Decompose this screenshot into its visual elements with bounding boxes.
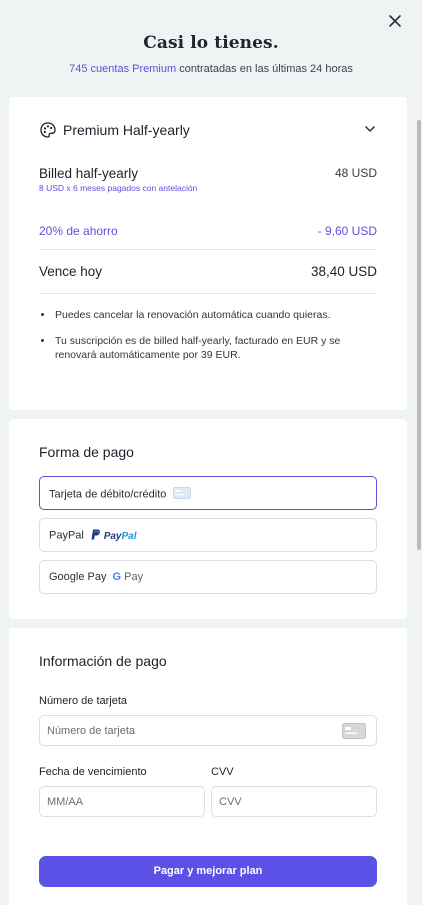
scrollbar-thumb[interactable]	[417, 120, 421, 550]
billed-label: Billed half-yearly	[39, 166, 139, 181]
savings-label: 20% de ahorro	[39, 224, 118, 238]
list-item: Puedes cancelar la renovación automática…	[41, 308, 379, 322]
expiry-input[interactable]	[47, 796, 181, 808]
credit-card-icon	[342, 723, 366, 742]
payment-method-title: Forma de pago	[39, 444, 134, 460]
billed-amount: 48 USD	[334, 166, 377, 180]
plan-summary-card: Premium Half-yearly Billed half-yearly 4…	[9, 97, 407, 410]
divider	[39, 293, 377, 294]
cvv-input[interactable]	[219, 796, 353, 808]
cvv-label: CVV	[211, 766, 234, 778]
due-label: Vence hoy	[39, 264, 103, 279]
savings-amount: - 9,60 USD	[317, 224, 377, 238]
header: Casi lo tienes. 745 cuentas Premium cont…	[0, 0, 422, 75]
divider	[39, 249, 377, 250]
scrollbar[interactable]	[416, 0, 422, 905]
due-amount: 38,40 USD	[310, 264, 377, 279]
due-today-row: Vence hoy 38,40 USD	[39, 264, 377, 279]
plan-notes: Puedes cancelar la renovación automática…	[41, 308, 379, 374]
payment-option-label: Google Pay	[49, 571, 107, 583]
payment-info-card: Información de pago Número de tarjeta Fe…	[9, 628, 407, 905]
payment-option-card[interactable]: Tarjeta de débito/crédito	[39, 476, 377, 510]
palette-icon	[39, 121, 57, 139]
google-pay-logo: G Pay	[112, 571, 144, 584]
card-number-label: Número de tarjeta	[39, 695, 128, 707]
plan-name: Premium Half-yearly	[63, 122, 190, 138]
subtitle-rest: contratadas en las últimas 24 horas	[176, 63, 353, 75]
plan-header[interactable]: Premium Half-yearly	[39, 122, 377, 138]
expiry-field[interactable]	[39, 786, 205, 817]
payment-method-card: Forma de pago Tarjeta de débito/crédito …	[9, 419, 407, 619]
payment-option-paypal[interactable]: PayPal PayPal	[39, 518, 377, 552]
paypal-logo: PayPal	[91, 529, 137, 542]
chevron-down-icon[interactable]	[363, 122, 377, 136]
page-title: Casi lo tienes.	[143, 33, 279, 53]
payment-option-label: PayPal	[49, 529, 84, 542]
billed-row: Billed half-yearly 48 USD	[39, 166, 377, 181]
savings-row: 20% de ahorro - 9,60 USD	[39, 224, 377, 238]
premium-accounts-count: 745 cuentas Premium	[69, 63, 177, 75]
payment-info-title: Información de pago	[39, 653, 167, 669]
card-number-field[interactable]	[39, 715, 377, 746]
billed-detail: 8 USD x 6 meses pagados con antelación	[39, 183, 198, 193]
payment-option-google-pay[interactable]: Google Pay G Pay	[39, 560, 377, 594]
expiry-label: Fecha de vencimiento	[39, 766, 147, 778]
credit-card-icon	[173, 487, 192, 502]
close-icon[interactable]	[386, 12, 404, 30]
list-item: Tu suscripción es de billed half-yearly,…	[41, 334, 379, 362]
cvv-field[interactable]	[211, 786, 377, 817]
pay-and-upgrade-button[interactable]: Pagar y mejorar plan	[39, 856, 377, 887]
payment-option-label: Tarjeta de débito/crédito	[49, 488, 167, 501]
page-subtitle: 745 cuentas Premium contratadas en las ú…	[0, 63, 422, 75]
card-number-input[interactable]	[47, 725, 327, 737]
